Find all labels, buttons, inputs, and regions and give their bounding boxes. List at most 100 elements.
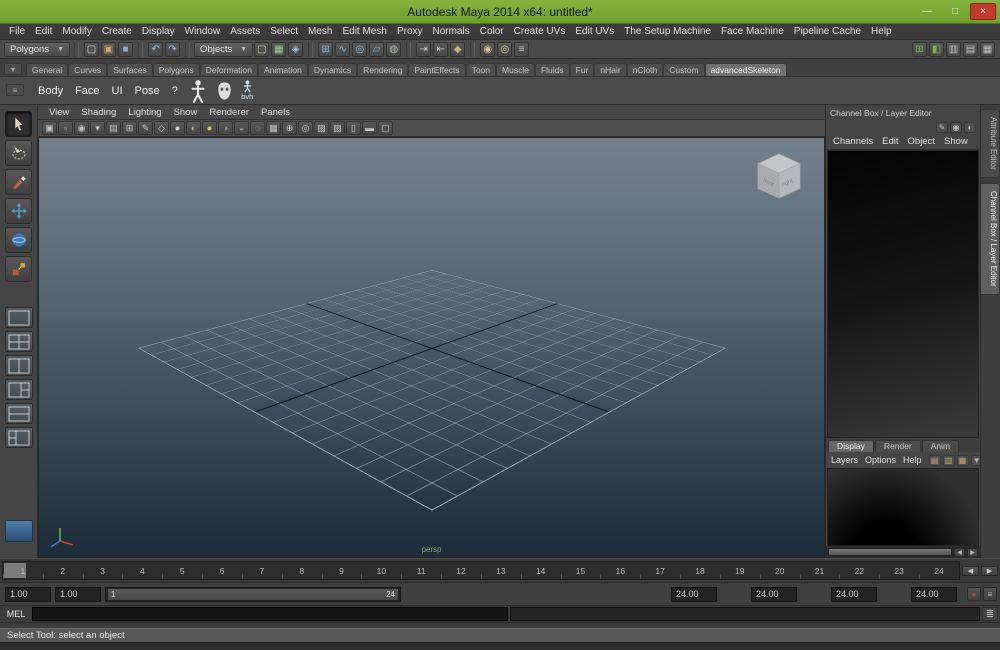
timeline-frame[interactable]: 2 xyxy=(42,562,83,579)
resolution-gate-icon[interactable]: ▯ xyxy=(346,121,361,135)
timeline-frame[interactable]: 20 xyxy=(759,562,800,579)
separator[interactable] xyxy=(185,41,191,57)
construction-history-icon[interactable]: ◆ xyxy=(450,41,466,57)
shelf-tab[interactable]: Toon xyxy=(465,63,497,76)
menu-item[interactable]: Normals xyxy=(428,26,475,37)
timeline-frame[interactable]: 21 xyxy=(799,562,840,579)
viewport[interactable]: front right persp xyxy=(38,137,825,558)
ipr-render-icon[interactable]: ◎ xyxy=(497,41,513,57)
shelf-tab[interactable]: Surfaces xyxy=(107,63,153,76)
use-all-lights-icon[interactable]: ● xyxy=(202,121,217,135)
select-hierarchy-icon[interactable]: ▢ xyxy=(254,41,270,57)
menu-item[interactable]: Pipeline Cache xyxy=(789,26,866,37)
timeline-frame[interactable]: 18 xyxy=(680,562,720,579)
shelf-button[interactable]: Face xyxy=(72,84,102,98)
menu-item[interactable]: Edit Mesh xyxy=(337,26,391,37)
shelf-tab[interactable]: Animation xyxy=(258,63,308,76)
maximize-button[interactable]: □ xyxy=(942,3,968,20)
shelf-button[interactable]: Pose xyxy=(132,84,163,98)
menu-item[interactable]: The Setup Machine xyxy=(619,26,716,37)
step-back-button[interactable]: ◀ xyxy=(962,565,979,576)
menu-item[interactable]: Help xyxy=(866,26,897,37)
shelf-tab[interactable]: Curves xyxy=(68,63,108,76)
menu-item[interactable]: Assets xyxy=(225,26,265,37)
channel-box-menu-item[interactable]: Channels xyxy=(833,136,873,147)
channel-box-content[interactable] xyxy=(827,150,979,438)
new-render-layer-icon[interactable]: ▦ xyxy=(956,454,969,466)
timeline-frame[interactable]: 10 xyxy=(361,562,401,579)
shelf-tab[interactable]: nHair xyxy=(594,63,627,76)
shelf-tab[interactable]: Polygons xyxy=(152,63,200,76)
animation-start-field[interactable]: 1.00 xyxy=(5,586,51,602)
timeline-frame[interactable]: 6 xyxy=(202,562,242,579)
panel-menu-item[interactable]: Panels xyxy=(256,107,295,118)
range-slider[interactable]: 1 24 xyxy=(105,586,401,602)
panel-menu-item[interactable]: Show xyxy=(169,107,203,118)
shelf-button[interactable]: Body xyxy=(35,84,66,98)
channel-box-menu-item[interactable]: Edit xyxy=(882,136,898,147)
sequence-time-icon[interactable]: ⊕ xyxy=(282,121,297,135)
menu-item[interactable]: Proxy xyxy=(392,26,428,37)
timeline-frame[interactable]: 19 xyxy=(719,562,760,579)
separator[interactable] xyxy=(308,41,314,57)
layer-editor-tab[interactable]: Anim xyxy=(921,440,960,452)
range-end-grip[interactable]: 24 xyxy=(386,590,395,599)
textured-icon[interactable]: ◐ xyxy=(186,121,201,135)
menu-item[interactable]: Mesh xyxy=(303,26,337,37)
snap-grid-icon[interactable]: ⊞ xyxy=(318,41,334,57)
gate-mask-icon[interactable]: ▬ xyxy=(362,121,377,135)
shelf-tab[interactable]: PaintEffects xyxy=(408,63,466,76)
panel-menu-item[interactable]: View xyxy=(44,107,74,118)
render-settings-icon[interactable]: ≡ xyxy=(514,41,530,57)
animation-preferences-button[interactable]: ≡ xyxy=(983,587,997,601)
bookmarks-icon[interactable]: ▾ xyxy=(90,121,105,135)
snap-point-icon[interactable]: ◎ xyxy=(352,41,368,57)
titlebar[interactable]: Autodesk Maya 2014 x64: untitled* — □ × xyxy=(0,0,1000,24)
separator[interactable] xyxy=(138,41,144,57)
grease-pencil-icon[interactable]: ✎ xyxy=(138,121,153,135)
shelf-button[interactable]: UI xyxy=(109,84,126,98)
shelf-button[interactable]: ? xyxy=(169,84,181,98)
hyperbolic-icon[interactable]: ◐ xyxy=(964,121,976,133)
manip-default-icon[interactable]: ✎ xyxy=(936,121,948,133)
mel-label[interactable]: MEL xyxy=(2,607,30,621)
separator[interactable] xyxy=(74,41,80,57)
new-layer-from-selected-icon[interactable]: ▥ xyxy=(942,454,955,466)
move-tool[interactable] xyxy=(5,198,32,224)
paint-select-tool[interactable] xyxy=(5,169,32,195)
select-object-icon[interactable]: ▦ xyxy=(271,41,287,57)
two-d-pan-zoom-icon[interactable]: ⊞ xyxy=(122,121,137,135)
shelf-tab[interactable]: nCloth xyxy=(626,63,664,76)
attribute-editor-toggle-icon[interactable]: ▥ xyxy=(946,41,961,57)
layer-editor-menu-item[interactable]: Layers xyxy=(831,455,858,465)
redo-icon[interactable]: ↷ xyxy=(165,41,181,57)
scroll-left-button[interactable]: ◀ xyxy=(954,547,965,557)
menu-item[interactable]: Edit UVs xyxy=(570,26,619,37)
body-mannequin-icon[interactable] xyxy=(188,79,208,103)
layout-two-pane-stacked-button[interactable] xyxy=(4,403,33,424)
select-component-icon[interactable]: ◈ xyxy=(288,41,304,57)
step-forward-button[interactable]: ▶ xyxy=(981,565,998,576)
snap-plane-icon[interactable]: ▱ xyxy=(369,41,385,57)
shelf-tab[interactable]: General xyxy=(26,63,69,76)
new-scene-icon[interactable]: ▢ xyxy=(84,41,100,57)
sidebar-vertical-tab[interactable]: Attribute Editor xyxy=(981,109,1000,178)
menu-item[interactable]: Create UVs xyxy=(509,26,571,37)
animation-end-field[interactable]: 24.00 xyxy=(751,586,797,602)
sidebar-vertical-tab[interactable]: Channel Box / Layer Editor xyxy=(981,182,1000,295)
xray-joints-icon[interactable]: ▧ xyxy=(330,121,345,135)
menu-item[interactable]: Select xyxy=(265,26,303,37)
script-editor-icon[interactable]: ≣ xyxy=(982,607,998,621)
bvh-shelf-button[interactable]: bvh xyxy=(241,80,254,101)
timeline-frame[interactable]: 8 xyxy=(281,562,322,579)
panel-menu-item[interactable]: Renderer xyxy=(204,107,254,118)
playback-end-field-2[interactable]: 24.00 xyxy=(831,586,877,602)
rotate-tool[interactable] xyxy=(5,227,32,253)
layer-editor-tab[interactable]: Render xyxy=(874,440,921,452)
layout-two-pane-side-button[interactable] xyxy=(4,355,33,376)
grid-toggle-icon[interactable]: ⊞ xyxy=(912,41,927,57)
layout-outliner-persp-button[interactable] xyxy=(4,427,33,448)
layout-persp-thumbnail-button[interactable] xyxy=(4,520,33,542)
shelf-tab[interactable]: advancedSkeleton xyxy=(704,63,787,76)
lasso-tool[interactable] xyxy=(5,140,32,166)
